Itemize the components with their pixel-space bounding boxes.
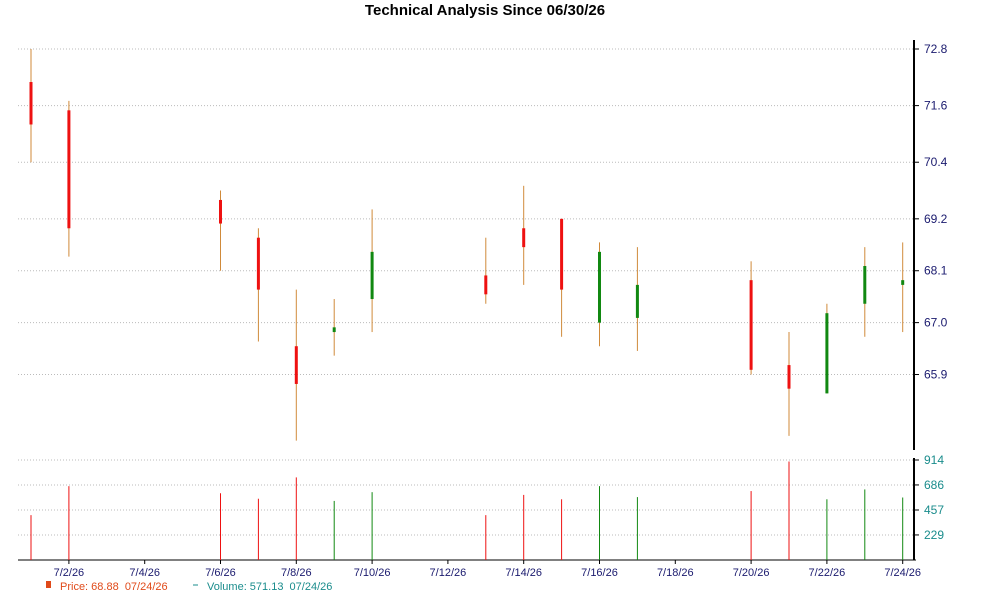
candlesticks — [29, 49, 905, 441]
volume-tick-label: 914 — [924, 453, 944, 467]
x-tick-label: 7/20/26 — [733, 567, 770, 579]
x-tick-label: 7/14/26 — [505, 567, 542, 579]
candle-body — [560, 218, 564, 290]
chart-title: Technical Analysis Since 06/30/26 — [365, 2, 605, 19]
candle-body — [67, 110, 71, 229]
candle-body — [219, 199, 222, 224]
price-tick-label: 67.0 — [924, 316, 948, 330]
candle-body — [484, 275, 488, 295]
price-tick-label: 65.9 — [924, 368, 948, 382]
candle-body — [598, 251, 601, 323]
price-tick-label: 72.8 — [924, 42, 948, 56]
candle-7/23/26 — [863, 247, 867, 337]
price-marker-icon — [46, 581, 51, 588]
candle-body — [256, 237, 260, 290]
volume-grid — [18, 459, 914, 536]
price-tick-label: 70.4 — [924, 155, 948, 169]
candle-body — [901, 280, 905, 285]
x-tick-label: 7/10/26 — [354, 567, 391, 579]
candle-body — [522, 228, 526, 248]
candle-body — [749, 280, 753, 370]
candle-7/10/26 — [370, 209, 374, 333]
x-tick-label: 7/18/26 — [657, 567, 694, 579]
volume-bars — [30, 461, 904, 560]
legend: Price: 68.88 07/24/26 Volume: 571.13 07/… — [46, 581, 332, 593]
candle-body — [635, 284, 639, 318]
candle-7/22/26 — [825, 303, 829, 394]
candle-7/21/26 — [787, 332, 791, 436]
x-tick-label: 7/12/26 — [430, 567, 467, 579]
candle-7/9/26 — [332, 299, 336, 356]
price-tick-label: 71.6 — [924, 99, 948, 113]
candle-7/16/26 — [598, 242, 601, 347]
candle-body — [332, 327, 336, 333]
volume-tick-label: 686 — [924, 478, 944, 492]
x-tick-label: 7/8/26 — [281, 567, 312, 579]
chart: Technical Analysis Since 06/30/26 72.8 71… — [18, 2, 948, 593]
candle-7/15/26 — [560, 218, 564, 337]
candle-7/7/26 — [256, 228, 260, 342]
x-tick-label: 7/4/26 — [129, 567, 160, 579]
price-tick-label: 69.2 — [924, 212, 948, 226]
candle-7/14/26 — [522, 185, 526, 285]
candle-7/20/26 — [749, 261, 753, 375]
candle-7/8/26 — [294, 289, 298, 441]
x-tick-label: 7/24/26 — [884, 567, 921, 579]
candle-body — [863, 266, 867, 304]
candle-body — [825, 313, 829, 394]
legend-price: Price: 68.88 07/24/26 — [60, 581, 168, 593]
candle-7/17/26 — [635, 247, 639, 351]
volume-tick-labels: 914 686 457 229 — [914, 453, 944, 542]
candle-7/1/26 — [29, 49, 33, 163]
candle-body — [370, 251, 374, 300]
candle-body — [294, 346, 298, 384]
x-tick-label: 7/2/26 — [54, 567, 85, 579]
price-tick-labels: 72.8 71.6 70.4 69.2 68.1 67.0 65.9 — [914, 42, 948, 382]
candle-body — [29, 82, 33, 125]
volume-tick-label: 229 — [924, 528, 944, 542]
price-grid — [18, 48, 914, 376]
price-tick-label: 68.1 — [924, 264, 948, 278]
candle-7/6/26 — [219, 190, 222, 271]
candle-body — [787, 365, 791, 389]
x-tick-label: 7/22/26 — [809, 567, 846, 579]
candle-7/2/26 — [67, 100, 71, 257]
x-tick-label: 7/6/26 — [205, 567, 236, 579]
candle-7/24/26 — [901, 242, 905, 333]
x-tick-labels: 7/2/26 7/4/26 7/6/26 7/8/26 7/10/26 7/12/26 7/… — [54, 560, 921, 579]
x-tick-label: 7/16/26 — [581, 567, 618, 579]
legend-volume: Volume: 571.13 07/24/26 — [207, 581, 332, 593]
volume-tick-label: 457 — [924, 503, 944, 517]
